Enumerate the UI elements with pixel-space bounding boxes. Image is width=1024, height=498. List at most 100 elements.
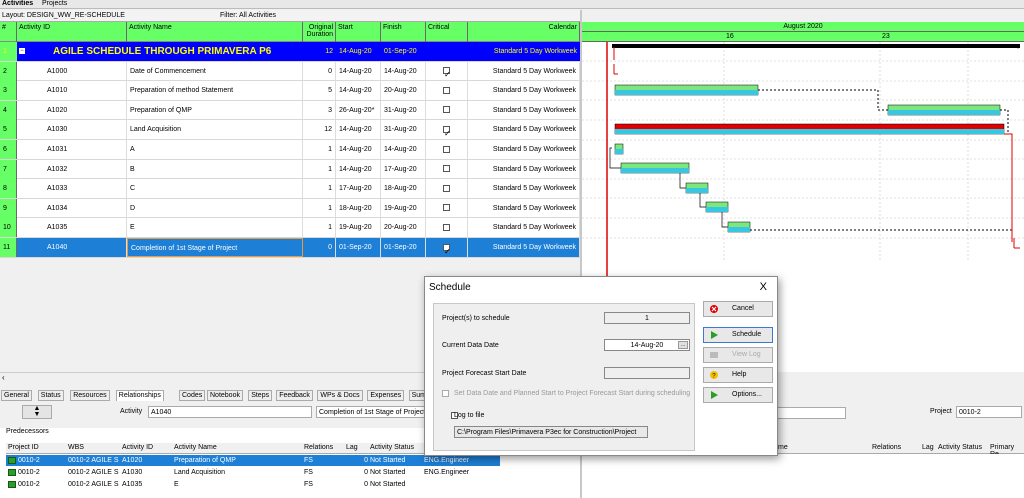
cell-finish[interactable]: 20-Aug-20: [381, 81, 426, 101]
cell-finish[interactable]: 01-Sep-20: [381, 42, 426, 61]
cell-start[interactable]: 01-Sep-20: [336, 238, 381, 257]
cell-calendar[interactable]: Standard 5 Day Workweek: [468, 42, 580, 61]
tab-wps-docs[interactable]: WPs & Docs: [317, 390, 363, 401]
cell-finish[interactable]: 01-Sep-20: [381, 238, 426, 257]
col-critical[interactable]: Critical: [426, 22, 468, 42]
activity-row[interactable]: 4 A1020 Preparation of QMP 3 26-Aug-20* 31-Au…: [0, 100, 580, 121]
succ-col-relations[interactable]: Relations: [872, 444, 901, 451]
cell-calendar[interactable]: Standard 5 Day Workweek: [468, 120, 580, 140]
critical-checkbox[interactable]: [443, 165, 450, 173]
activity-row[interactable]: 8 A1033 C 1 17-Aug-20 18-Aug-20 Standard 5 Day…: [0, 179, 580, 199]
critical-checkbox[interactable]: [443, 65, 451, 81]
cell-finish[interactable]: 31-Aug-20: [381, 100, 426, 120]
cell-calendar[interactable]: Standard 5 Day Workweek: [468, 140, 580, 159]
cell-name[interactable]: Preparation of QMP: [127, 100, 303, 120]
critical-cell[interactable]: [426, 179, 468, 199]
cell-dur[interactable]: 1: [303, 140, 336, 159]
critical-checkbox[interactable]: [443, 106, 450, 114]
activity-row[interactable]: 9 A1034 D 1 18-Aug-20 19-Aug-20 Standard 5 Day…: [0, 198, 580, 219]
cell-name[interactable]: Preparation of method Statement: [127, 81, 303, 101]
cell-start[interactable]: 17-Aug-20: [336, 179, 381, 199]
cell-num[interactable]: 6: [0, 140, 17, 159]
cell-finish[interactable]: 18-Aug-20: [381, 179, 426, 199]
tab-expenses[interactable]: Expenses: [367, 390, 405, 401]
cell-name[interactable]: A: [127, 140, 303, 159]
activity-row[interactable]: 6 A1031 A 1 14-Aug-20 14-Aug-20 Standard 5 Day…: [0, 140, 580, 160]
critical-cell[interactable]: [426, 81, 468, 101]
cell-calendar[interactable]: Standard 5 Day Workweek: [468, 198, 580, 218]
succ-col-status[interactable]: Activity Status: [938, 444, 982, 451]
cell-num[interactable]: 1: [0, 42, 17, 61]
project-field[interactable]: 0010-2: [956, 406, 1022, 418]
cell-calendar[interactable]: Standard 5 Day Workweek: [468, 218, 580, 238]
wbs-row[interactable]: 1 AGILE SCHEDULE THROUGH PRIMAVERA P6 12 14…: [0, 42, 580, 62]
cell-dur[interactable]: 1: [303, 218, 336, 238]
set-data-date-checkbox[interactable]: [442, 390, 449, 397]
succ-col-name[interactable]: me: [778, 444, 788, 451]
cell-dur[interactable]: 1: [303, 198, 336, 218]
critical-checkbox[interactable]: [443, 86, 450, 94]
critical-cell[interactable]: [426, 159, 468, 179]
cell-num[interactable]: 5: [0, 120, 17, 140]
col-original-duration[interactable]: Original Duration: [303, 22, 336, 42]
activity-row[interactable]: 2 A1000 Date of Commencement 0 14-Aug-20 14-A…: [0, 61, 580, 82]
critical-cell[interactable]: [426, 120, 468, 140]
cell-num[interactable]: 4: [0, 100, 17, 120]
cell-dur[interactable]: 12: [303, 42, 336, 61]
critical-cell[interactable]: [426, 218, 468, 238]
activity-row[interactable]: 10 A1035 E 1 19-Aug-20 20-Aug-20 Standard 5 Da…: [0, 218, 580, 238]
pred-col-lag[interactable]: Lag: [346, 444, 358, 451]
critical-checkbox[interactable]: [443, 224, 450, 232]
col-activity-name[interactable]: Activity Name: [127, 22, 303, 42]
pred-col-project-id[interactable]: Project ID: [8, 444, 39, 451]
predecessor-row[interactable]: 0010-2 0010-2 AGILE S A1035 E FS 0 Not Started: [6, 479, 500, 490]
critical-cell[interactable]: [426, 198, 468, 218]
cell-id[interactable]: A1020: [17, 100, 127, 120]
tab-general[interactable]: General: [1, 390, 32, 401]
succ-col-lag[interactable]: Lag: [922, 444, 934, 451]
cell-id[interactable]: A1033: [17, 179, 127, 199]
cell-id[interactable]: A1010: [17, 81, 127, 101]
col-finish[interactable]: Finish: [381, 22, 426, 42]
cell-id[interactable]: A1031: [17, 140, 127, 159]
filter-label[interactable]: Filter: All Activities: [220, 12, 276, 19]
tab-notebook[interactable]: Notebook: [207, 390, 243, 401]
cell-calendar[interactable]: Standard 5 Day Workweek: [468, 100, 580, 120]
cell-num[interactable]: 8: [0, 179, 17, 199]
cell-id[interactable]: A1034: [17, 198, 127, 218]
cell-calendar[interactable]: Standard 5 Day Workweek: [468, 159, 580, 179]
cell-start[interactable]: 19-Aug-20: [336, 218, 381, 238]
tab-steps[interactable]: Steps: [248, 390, 273, 401]
cell-finish[interactable]: 19-Aug-20: [381, 198, 426, 218]
cell-dur[interactable]: 0: [303, 238, 336, 257]
tab-relationships[interactable]: Relationships: [115, 390, 164, 401]
cell-id[interactable]: A1040: [17, 238, 127, 257]
cell-name[interactable]: B: [127, 159, 303, 179]
tab-feedback[interactable]: Feedback: [276, 390, 313, 401]
cell-dur[interactable]: 5: [303, 81, 336, 101]
cell-id[interactable]: A1000: [17, 61, 127, 81]
current-data-date-field[interactable]: 14-Aug-20 …: [604, 339, 690, 351]
pred-col-activity-name[interactable]: Activity Name: [174, 444, 217, 451]
predecessor-row[interactable]: 0010-2 0010-2 AGILE S A1030 Land Acquisitio…: [6, 467, 500, 478]
cell-dur[interactable]: 1: [303, 159, 336, 179]
cell-start[interactable]: 26-Aug-20*: [336, 100, 381, 120]
cell-start[interactable]: 14-Aug-20: [336, 159, 381, 179]
pred-col-relations[interactable]: Relations: [304, 444, 333, 451]
cell-name[interactable]: C: [127, 179, 303, 199]
cell-dur[interactable]: 3: [303, 100, 336, 120]
cell-dur[interactable]: 12: [303, 120, 336, 140]
tab-status[interactable]: Status: [37, 390, 64, 401]
schedule-button[interactable]: Schedule: [703, 327, 773, 343]
cell-num[interactable]: 10: [0, 218, 17, 238]
critical-checkbox[interactable]: [443, 124, 451, 139]
log-file-path[interactable]: C:\Program Files\Primavera P3ec for Cons…: [454, 426, 648, 438]
cell-finish[interactable]: 14-Aug-20: [381, 140, 426, 159]
critical-checkbox[interactable]: [443, 204, 450, 212]
critical-checkbox[interactable]: [443, 184, 450, 192]
cell-name[interactable]: E: [127, 218, 303, 238]
cell-name[interactable]: Land Acquisition: [127, 120, 303, 140]
view-log-button[interactable]: View Log: [703, 347, 773, 363]
cell-num[interactable]: 7: [0, 159, 17, 179]
critical-cell[interactable]: [426, 42, 468, 61]
